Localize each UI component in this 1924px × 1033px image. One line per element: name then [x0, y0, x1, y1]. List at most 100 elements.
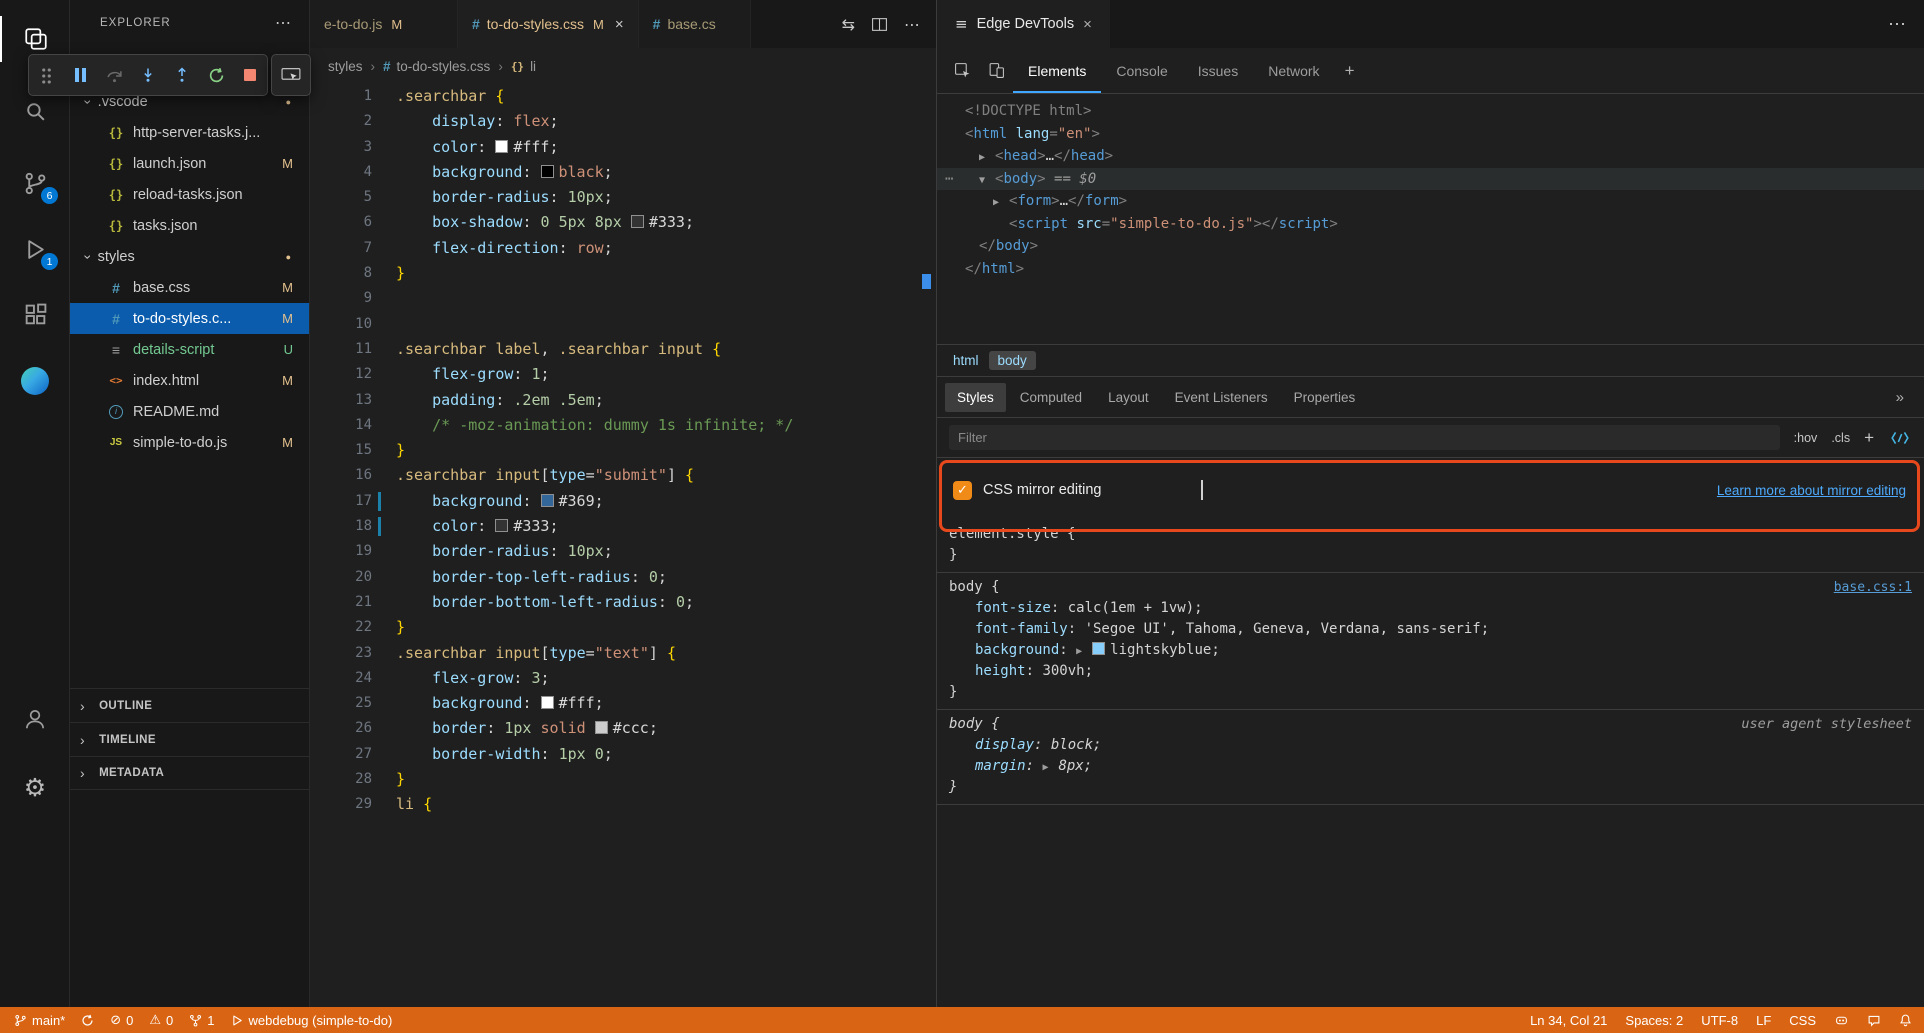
file-item-launch.json[interactable]: {} launch.json M: [70, 148, 309, 179]
status-debug-session[interactable]: webdebug (simple-to-do): [231, 1013, 392, 1028]
code-line-9[interactable]: 9: [310, 286, 936, 311]
code-line-29[interactable]: 29 li {: [310, 792, 936, 817]
css-rule[interactable]: element.style {}: [937, 522, 1924, 572]
account-icon[interactable]: [0, 696, 70, 742]
pause-icon[interactable]: [63, 54, 97, 96]
dom-crumb-html[interactable]: html: [953, 353, 979, 368]
code-line-17[interactable]: 17 background: #369;: [310, 489, 936, 514]
status-language-mode[interactable]: CSS: [1789, 1013, 1816, 1028]
inspect-element-icon[interactable]: [945, 48, 979, 93]
code-line-18[interactable]: 18 color: #333;: [310, 514, 936, 539]
code-line-27[interactable]: 27 border-width: 1px 0;: [310, 742, 936, 767]
color-swatch[interactable]: [630, 215, 644, 229]
code-line-1[interactable]: 1 .searchbar {: [310, 84, 936, 109]
editor-tab-to-do-styles.css[interactable]: # to-do-styles.css M ×: [458, 0, 639, 48]
file-item-http-server-tasks.j...[interactable]: {} http-server-tasks.j...: [70, 117, 309, 148]
styles-tab-styles[interactable]: Styles: [945, 382, 1006, 412]
color-swatch[interactable]: [540, 493, 554, 507]
new-style-rule-icon[interactable]: +: [1864, 428, 1874, 448]
code-line-16[interactable]: 16 .searchbar input[type="submit"] {: [310, 463, 936, 488]
code-line-11[interactable]: 11 .searchbar label, .searchbar input {: [310, 337, 936, 362]
stylesheet-link[interactable]: base.css:1: [1834, 577, 1912, 598]
code-line-2[interactable]: 2 display: flex;: [310, 109, 936, 134]
toggle-hover-state[interactable]: :hov: [1794, 431, 1818, 445]
code-line-15[interactable]: 15}: [310, 438, 936, 463]
folder-item-styles[interactable]: › styles ●: [70, 241, 309, 272]
code-line-12[interactable]: 12 flex-grow: 1;: [310, 362, 936, 387]
code-line-3[interactable]: 3 color: #fff;: [310, 135, 936, 160]
status-warnings-indicator[interactable]: ⚠ 0: [149, 1013, 173, 1028]
step-into-icon[interactable]: [131, 54, 165, 96]
dom-node[interactable]: ▶ <head>…</head>: [937, 145, 1924, 168]
overflow-chevron-icon[interactable]: »: [1896, 389, 1904, 406]
split-editor-icon[interactable]: [871, 16, 888, 33]
filter-input[interactable]: Filter: [949, 425, 1780, 450]
code-line-23[interactable]: 23 .searchbar input[type="text"] {: [310, 641, 936, 666]
breadcrumb-item-li[interactable]: {} li: [511, 59, 536, 74]
section-timeline[interactable]: › TIMELINE: [70, 722, 309, 756]
extensions-icon[interactable]: [0, 292, 70, 338]
css-declaration[interactable]: display: block;: [949, 735, 1912, 756]
screencast-icon[interactable]: [271, 54, 311, 96]
status-encoding[interactable]: UTF-8: [1701, 1013, 1738, 1028]
status-errors-indicator[interactable]: ⊘ 0: [110, 1013, 133, 1028]
breadcrumb-item-styles[interactable]: styles: [328, 59, 363, 74]
dom-crumb-body[interactable]: body: [988, 351, 1036, 370]
css-declaration[interactable]: font-family: 'Segoe UI', Tahoma, Geneva,…: [949, 619, 1912, 640]
step-out-icon[interactable]: [165, 54, 199, 96]
code-editor[interactable]: 1 .searchbar {2 display: flex; 3 color: #f…: [310, 84, 936, 1007]
styles-tab-event-listeners[interactable]: Event Listeners: [1163, 383, 1280, 412]
devtools-tab-network[interactable]: Network: [1253, 48, 1334, 93]
css-declaration[interactable]: height: 300vh;: [949, 661, 1912, 682]
settings-gear-icon[interactable]: ⚙: [0, 764, 70, 810]
close-icon[interactable]: ×: [1083, 16, 1092, 33]
css-declaration[interactable]: font-size: calc(1em + 1vw);: [949, 598, 1912, 619]
device-emulation-icon[interactable]: [979, 48, 1013, 93]
devtools-panel-tab[interactable]: ≡ Edge DevTools ×: [937, 0, 1110, 48]
code-line-5[interactable]: 5 border-radius: 10px;: [310, 185, 936, 210]
open-changes-icon[interactable]: ⇆: [842, 15, 855, 34]
code-line-21[interactable]: 21 border-bottom-left-radius: 0;: [310, 590, 936, 615]
dom-node[interactable]: ▶ <form>…</form>: [937, 190, 1924, 213]
drag-handle-icon[interactable]: [29, 54, 63, 96]
file-item-tasks.json[interactable]: {} tasks.json: [70, 210, 309, 241]
close-tab-icon[interactable]: ×: [615, 16, 624, 33]
code-line-19[interactable]: 19 border-radius: 10px;: [310, 539, 936, 564]
more-actions-icon[interactable]: ⋯: [275, 13, 291, 33]
breadcrumb-item-to-do-styles.css[interactable]: # to-do-styles.css: [383, 59, 490, 74]
file-item-details-script[interactable]: ≡ details-script U: [70, 334, 309, 365]
css-rule[interactable]: body {base.css:1 font-size: calc(1em + 1v…: [937, 572, 1924, 709]
code-line-4[interactable]: 4 background: black;: [310, 160, 936, 185]
styles-tab-properties[interactable]: Properties: [1282, 383, 1368, 412]
code-line-7[interactable]: 7 flex-direction: row;: [310, 236, 936, 261]
code-line-25[interactable]: 25 background: #fff;: [310, 691, 936, 716]
file-item-base.css[interactable]: # base.css M: [70, 272, 309, 303]
code-line-20[interactable]: 20 border-top-left-radius: 0;: [310, 565, 936, 590]
file-item-simple-to-do.js[interactable]: JS simple-to-do.js M: [70, 427, 309, 458]
stop-icon[interactable]: [233, 54, 267, 96]
editor-tab-base.cs[interactable]: # base.cs: [638, 0, 751, 48]
status-branch-indicator[interactable]: main*: [14, 1013, 65, 1028]
status-cursor-position[interactable]: Ln 34, Col 21: [1530, 1013, 1607, 1028]
learn-more-link[interactable]: Learn more about mirror editing: [1717, 483, 1906, 498]
code-line-13[interactable]: 13 padding: .2em .5em;: [310, 388, 936, 413]
more-actions-icon[interactable]: ⋯: [904, 15, 920, 34]
section-metadata[interactable]: › METADATA: [70, 756, 309, 790]
styles-tab-computed[interactable]: Computed: [1008, 383, 1094, 412]
status-notifications[interactable]: [1899, 1013, 1912, 1027]
color-swatch[interactable]: [540, 696, 554, 710]
dom-node[interactable]: </body>: [937, 235, 1924, 258]
code-line-26[interactable]: 26 border: 1px solid #ccc;: [310, 716, 936, 741]
css-declaration[interactable]: background: ▶ lightskyblue;: [949, 640, 1912, 661]
code-line-24[interactable]: 24 flex-grow: 3;: [310, 666, 936, 691]
css-rule[interactable]: body {user agent stylesheet display: bloc…: [937, 709, 1924, 805]
status-feedback[interactable]: [1867, 1014, 1881, 1027]
dom-node[interactable]: </html>: [937, 258, 1924, 281]
editor-tab-e-to-do.js[interactable]: e-to-do.js M: [310, 0, 458, 48]
status-fork-indicator[interactable]: 1: [189, 1013, 215, 1028]
color-swatch[interactable]: [495, 139, 509, 153]
more-actions-icon[interactable]: ⋯: [945, 168, 953, 191]
devtools-tab-issues[interactable]: Issues: [1183, 48, 1253, 93]
code-line-10[interactable]: 10: [310, 312, 936, 337]
status-sync-indicator[interactable]: [81, 1014, 94, 1027]
